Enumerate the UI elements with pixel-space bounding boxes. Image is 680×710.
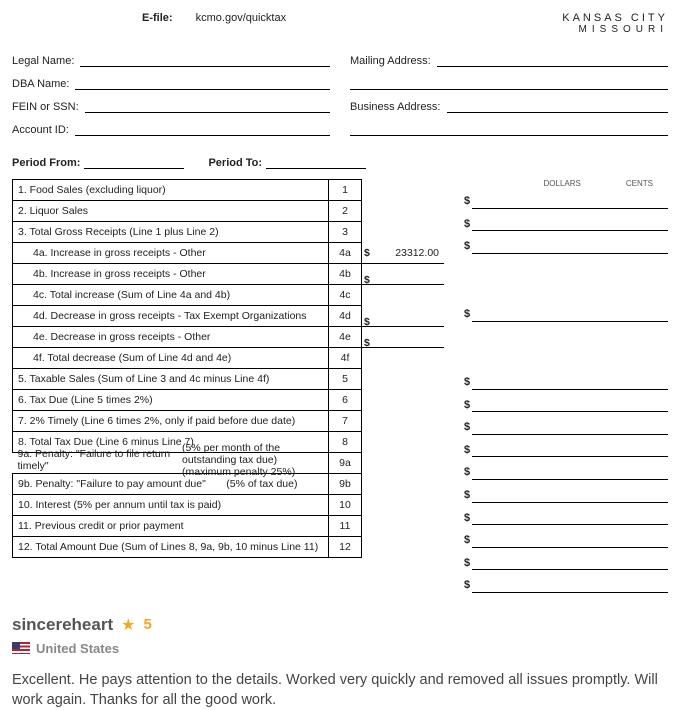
efile-label: E-file: [142,12,173,24]
amount-4c[interactable]: $ [464,303,668,326]
row-9b-note: (5% of tax due) [226,478,297,490]
row-2-label: 2. Liquor Sales [13,201,329,222]
row-4e-label: 4e. Decrease in gross receipts - Other [13,327,329,348]
reviewer-name: sincereheart [12,615,113,635]
tax-table: 1. Food Sales (excluding liquor)1 2. Liq… [12,179,444,558]
row-4e-amount[interactable]: $ [362,327,445,348]
city-name: KANSAS CITY [562,12,668,24]
reviewer-country: United States [36,641,119,656]
legal-name-input[interactable] [80,50,330,67]
row-9a-num: 9a [329,453,362,474]
period-from-label: Period From: [12,157,80,169]
row-1-label: 1. Food Sales (excluding liquor) [13,180,329,201]
account-id-label: Account ID: [12,124,69,136]
fein-ssn-input[interactable] [85,96,330,113]
state-name: MISSOURI [562,24,668,35]
business-label: Business Address: [350,101,441,113]
amount-2[interactable]: $ [464,213,668,236]
row-3-label: 3. Total Gross Receipts (Line 1 plus Lin… [13,222,329,243]
row-4a-amount[interactable]: $23312.00 [362,243,445,264]
row-11-num: 11 [329,516,362,537]
amount-8[interactable]: $ [464,461,668,484]
amount-12[interactable]: $ [464,574,668,597]
efile-url: kcmo.gov/quicktax [196,12,286,24]
amount-10[interactable]: $ [464,529,668,552]
mailing-input-2[interactable] [350,73,668,90]
review-rating: 5 [143,616,151,633]
row-4f-label: 4f. Total decrease (Sum of Line 4d and 4… [13,348,329,369]
row-10-label: 10. Interest (5% per annum until tax is … [13,495,329,516]
row-4c-label: 4c. Total increase (Sum of Line 4a and 4… [13,285,329,306]
legal-name-label: Legal Name: [12,55,74,67]
amount-9a[interactable]: $ [464,484,668,507]
dollars-header: DOLLARS [544,179,581,188]
amount-11[interactable]: $ [464,552,668,575]
business-input[interactable] [447,96,669,113]
period-from-input[interactable] [84,154,184,169]
review-text: Excellent. He pays attention to the deta… [12,670,668,710]
row-2-num: 2 [329,201,362,222]
row-9b-num: 9b [329,474,362,495]
row-7-num: 7 [329,411,362,432]
account-id-input[interactable] [75,119,330,136]
row-3-num: 3 [329,222,362,243]
efile-info: E-file: kcmo.gov/quicktax [142,12,286,35]
dba-name-input[interactable] [75,73,330,90]
row-4e-num: 4e [329,327,362,348]
row-9a-label: 9a. Penalty: "Failure to file return tim… [18,448,182,472]
fein-ssn-label: FEIN or SSN: [12,101,79,113]
review-block: sincereheart ★ 5 United States Excellent… [12,615,668,710]
amount-1[interactable]: $ [464,190,668,213]
business-input-2[interactable] [350,119,668,136]
city-header: KANSAS CITY MISSOURI [562,12,668,35]
row-4f-num: 4f [329,348,362,369]
mailing-input[interactable] [437,50,668,67]
period-to-input[interactable] [266,154,366,169]
amount-5[interactable]: $ [464,393,668,416]
row-5-num: 5 [329,369,362,390]
row-9b-label: 9b. Penalty: "Failure to pay amount due" [18,478,206,490]
row-8-num: 8 [329,432,362,453]
amount-header: DOLLARS CENTS [464,179,668,188]
row-4a-num: 4a [329,243,362,264]
mailing-label: Mailing Address: [350,55,431,67]
row-7-label: 7. 2% Timely (Line 6 times 2%, only if p… [13,411,329,432]
row-4d-num: 4d [329,306,362,327]
period-to-label: Period To: [208,157,262,169]
star-icon: ★ [121,615,135,635]
dba-name-label: DBA Name: [12,78,69,90]
row-9a-cell: 9a. Penalty: "Failure to file return tim… [13,453,329,467]
row-4d-amount[interactable]: $ [362,306,445,327]
row-11-label: 11. Previous credit or prior payment [13,516,329,537]
amount-6[interactable]: $ [464,416,668,439]
row-4b-label: 4b. Increase in gross receipts - Other [13,264,329,285]
row-6-num: 6 [329,390,362,411]
us-flag-icon [12,642,30,654]
row-4c-num: 4c [329,285,362,306]
amount-4f[interactable]: $ [464,371,668,394]
cents-header: CENTS [626,179,653,188]
row-4b-amount[interactable]: $ [362,264,445,285]
row-10-num: 10 [329,495,362,516]
row-12-label: 12. Total Amount Due (Sum of Lines 8, 9a… [13,537,329,558]
row-12-num: 12 [329,537,362,558]
row-4d-label: 4d. Decrease in gross receipts - Tax Exe… [13,306,329,327]
row-5-label: 5. Taxable Sales (Sum of Line 3 and 4c m… [13,369,329,390]
row-9a-note: (5% per month of the outstanding tax due… [182,442,323,478]
row-4a-label: 4a. Increase in gross receipts - Other [13,243,329,264]
amount-9b[interactable]: $ [464,506,668,529]
amount-7[interactable]: $ [464,439,668,462]
row-6-label: 6. Tax Due (Line 5 times 2%) [13,390,329,411]
row-1-num: 1 [329,180,362,201]
row-4b-num: 4b [329,264,362,285]
amount-3[interactable]: $ [464,235,668,258]
